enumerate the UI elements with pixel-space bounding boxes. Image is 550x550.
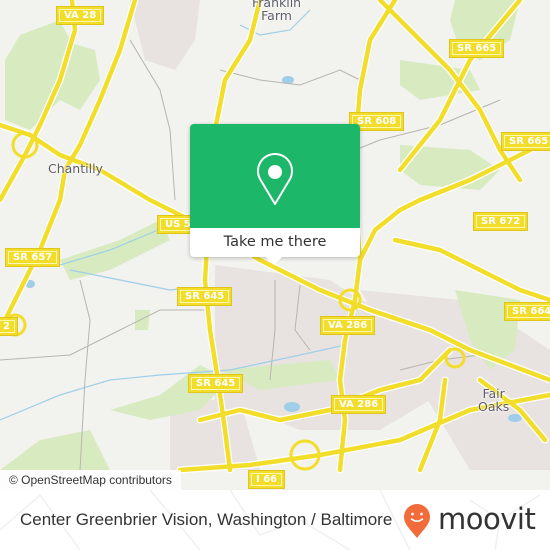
location-popup: Take me there: [190, 124, 360, 265]
stream: [69, 269, 191, 291]
road-shield-partial: 2: [0, 318, 17, 335]
park: [135, 310, 150, 330]
road-shield-sr-645: SR 645: [189, 375, 243, 392]
moovit-smiley-pin-icon: [404, 504, 430, 538]
road-shield-va-28: VA 28: [57, 7, 104, 24]
minor-road: [0, 309, 210, 361]
location-title: Center Greenbrier Vision, Washington / B…: [20, 510, 393, 529]
popup-pointer: [266, 257, 282, 265]
road-shield-sr-645: SR 645: [178, 288, 232, 305]
place-label-line: Chantilly: [48, 161, 103, 176]
popup-header: [190, 124, 360, 228]
urban-area: [130, 0, 200, 70]
road-shield-i-66: I 66: [249, 471, 285, 488]
take-me-there-button[interactable]: Take me there: [190, 228, 360, 257]
map-attribution[interactable]: © OpenStreetMap contributors: [0, 470, 181, 490]
road-shield-sr-657: SR 657: [6, 249, 60, 266]
road-shield-sr-664: SR 664: [505, 303, 550, 320]
road-shield-sr-665: SR 665: [502, 133, 550, 150]
footer-bar: Center Greenbrier Vision, Washington / B…: [0, 490, 550, 550]
moovit-wordmark: moovit: [438, 502, 536, 536]
location-pin-icon: [257, 153, 293, 205]
place-label-fair-oaks: Fair Oaks: [478, 387, 509, 413]
road-shield-va-286: VA 286: [321, 317, 375, 334]
pond: [284, 402, 300, 412]
road-shield-va-286: VA 286: [332, 396, 386, 413]
place-label-line: Oaks: [478, 399, 510, 414]
place-label-chantilly: Chantilly: [48, 162, 103, 175]
road-shield-sr-665: SR 665: [450, 40, 504, 57]
place-label-franklin-farm: Franklin Farm: [252, 0, 301, 22]
road-shield-sr-672: SR 672: [474, 213, 528, 230]
park: [0, 430, 110, 470]
place-label-line: Farm: [261, 8, 292, 23]
map[interactable]: Franklin Farm Chantilly Fair Oaks VA 28 …: [0, 0, 550, 490]
